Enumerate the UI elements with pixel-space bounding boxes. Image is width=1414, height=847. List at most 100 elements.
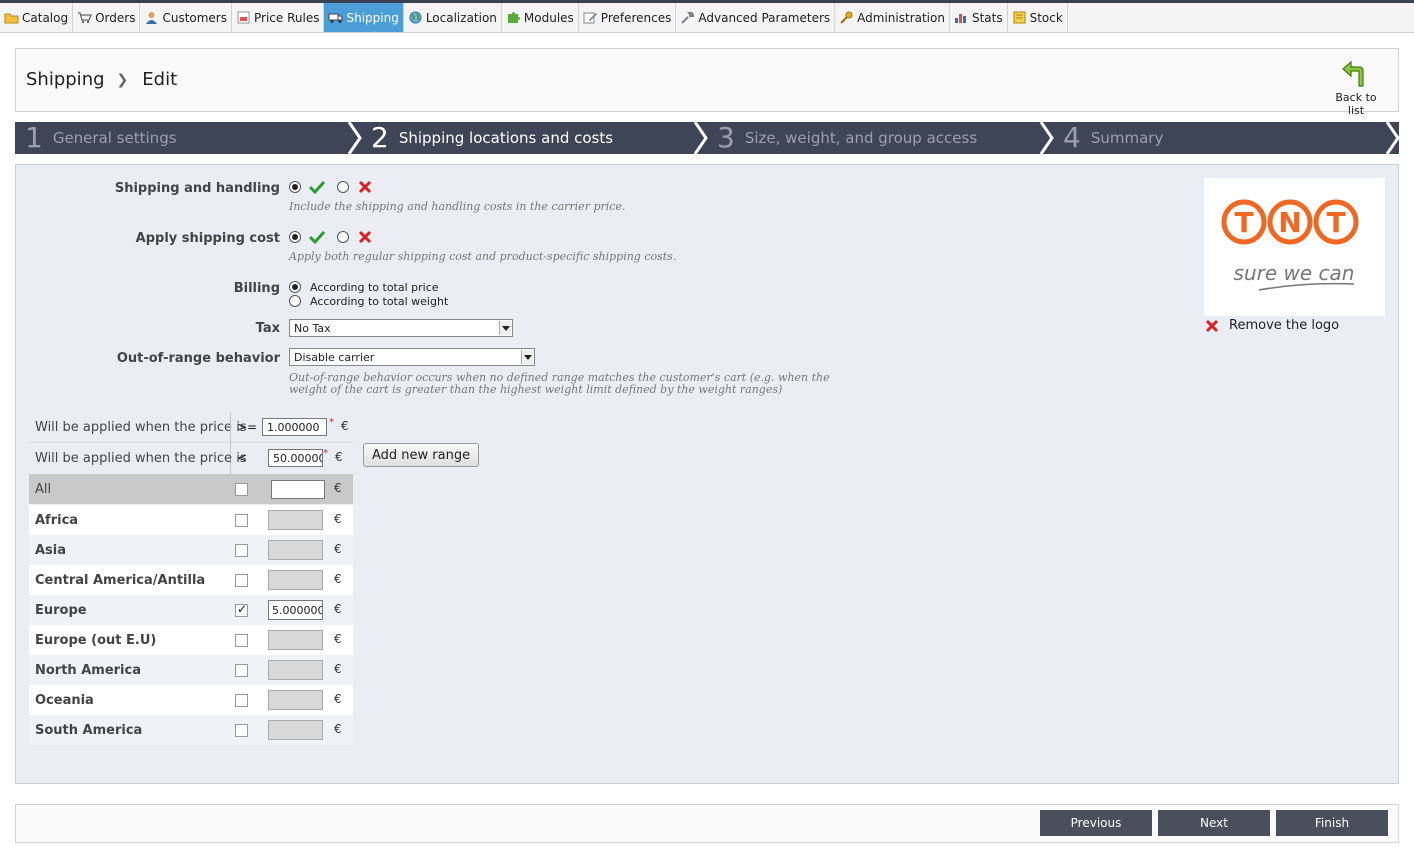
wizard-step-number: 4: [1063, 121, 1081, 154]
person-icon: [144, 11, 159, 24]
apply-shipping-cost-label: Apply shipping cost: [135, 231, 280, 246]
nav-tab-orders[interactable]: Orders: [73, 3, 141, 32]
wizard-step-number: 3: [717, 121, 735, 154]
range-to-input[interactable]: 50.000000: [268, 449, 323, 467]
nav-tab-stock[interactable]: Stock: [1008, 3, 1068, 32]
edit-icon: [583, 11, 598, 24]
out-of-range-help: Out-of-range behavior occurs when no def…: [289, 372, 830, 396]
zone-price-input[interactable]: [268, 570, 323, 590]
currency-symbol: €: [335, 450, 343, 464]
all-zones-checkbox[interactable]: [235, 483, 248, 496]
puzzle-icon: [506, 11, 521, 24]
zone-name: Africa: [35, 513, 79, 528]
zone-row: Africa €: [29, 505, 353, 535]
nav-tab-localization[interactable]: Localization: [404, 3, 502, 32]
tnt-logo-icon: T N T sure we can: [1221, 199, 1359, 291]
zone-price-input[interactable]: [268, 630, 323, 650]
zone-checkbox[interactable]: [235, 602, 248, 617]
zone-checkbox[interactable]: [235, 514, 248, 527]
zone-row: Europe 5.000000 €: [29, 595, 353, 625]
nav-tab-administration[interactable]: Administration: [835, 3, 950, 32]
zone-name: Europe (out E.U): [35, 633, 157, 648]
nav-tab-stats[interactable]: Stats: [950, 3, 1008, 32]
zone-price-input[interactable]: [268, 510, 323, 530]
apply-shipping-cost-yes-radio[interactable]: [289, 231, 301, 243]
wizard-step-2[interactable]: 2 Shipping locations and costs: [361, 122, 708, 154]
back-to-list-button[interactable]: Back to list: [1326, 59, 1386, 117]
range-to-value: 50.000000: [273, 452, 322, 465]
zone-row: Asia €: [29, 535, 353, 565]
shipping-handling-help: Include the shipping and handling costs …: [289, 200, 626, 213]
zone-price-input[interactable]: [268, 540, 323, 560]
range-from-operator: >=: [237, 420, 258, 434]
tax-select[interactable]: No Tax: [289, 319, 513, 337]
add-new-range-button[interactable]: Add new range: [363, 443, 480, 467]
wizard-step-1[interactable]: 1 General settings: [15, 122, 362, 154]
wizard-step-4[interactable]: 4 Summary: [1053, 121, 1400, 154]
zone-checkbox[interactable]: [235, 634, 248, 647]
shipping-handling-no-radio[interactable]: [337, 181, 349, 193]
footer-bar: Previous Next Finish: [15, 804, 1399, 843]
zone-name: Europe: [35, 603, 87, 618]
zone-price-input[interactable]: [268, 660, 323, 680]
logo-letter-t1: T: [1234, 206, 1253, 239]
nav-tab-price-rules[interactable]: Price Rules: [232, 3, 325, 32]
zone-name: Central America/Antilla: [35, 573, 206, 588]
breadcrumb-current: Edit: [142, 69, 178, 90]
zone-row: North America €: [29, 655, 353, 685]
currency-symbol: €: [334, 692, 342, 706]
billing-price-radio[interactable]: [289, 281, 301, 293]
billing-weight-label: According to total weight: [310, 294, 449, 308]
tax-select-value: No Tax: [294, 322, 331, 335]
zone-row: Europe (out E.U) €: [29, 625, 353, 655]
nav-tab-label: Customers: [162, 10, 227, 25]
zone-checkbox[interactable]: [235, 544, 248, 557]
next-button[interactable]: Next: [1158, 810, 1270, 836]
nav-tab-customers[interactable]: Customers: [140, 3, 232, 32]
billing-label: Billing: [233, 281, 280, 296]
remove-logo-label: Remove the logo: [1229, 318, 1340, 333]
all-zones-input[interactable]: [271, 480, 325, 499]
nav-tab-shipping[interactable]: Shipping: [324, 3, 404, 32]
billing-weight-radio[interactable]: [289, 295, 301, 307]
currency-symbol: €: [334, 481, 342, 495]
currency-symbol: €: [334, 722, 342, 736]
remove-logo-button[interactable]: Remove the logo: [1205, 318, 1339, 333]
nav-tab-label: Modules: [523, 10, 574, 25]
breadcrumb-section[interactable]: Shipping: [26, 69, 105, 90]
zone-checkbox[interactable]: [235, 694, 248, 707]
billing-price-label: According to total price: [310, 280, 439, 294]
zone-row: South America €: [29, 715, 353, 745]
check-icon: [309, 230, 325, 244]
range-from-input[interactable]: 1.000000: [262, 418, 327, 436]
zone-price-input[interactable]: [268, 690, 323, 710]
nav-tab-catalog[interactable]: Catalog: [0, 3, 74, 32]
zone-checkbox[interactable]: [235, 574, 248, 587]
shipping-handling-yes-radio[interactable]: [289, 181, 301, 193]
out-of-range-select[interactable]: Disable carrier: [289, 348, 535, 366]
nav-tab-preferences[interactable]: Preferences: [579, 3, 677, 32]
nav-tab-advanced-parameters[interactable]: Advanced Parameters: [676, 3, 836, 32]
zone-row: Oceania €: [29, 685, 353, 715]
range-header: Will be applied when the price is >= 1.0…: [29, 412, 353, 474]
breadcrumb-separator-icon: ❯: [116, 71, 129, 88]
logo-tagline: sure we can: [1234, 261, 1355, 285]
wizard-step-label: Shipping locations and costs: [398, 129, 614, 147]
apply-shipping-cost-help: Apply both regular shipping cost and pro…: [289, 250, 677, 263]
zone-price-input[interactable]: [268, 720, 323, 740]
finish-button[interactable]: Finish: [1276, 810, 1388, 836]
top-nav: Catalog Orders Customers Price Rules Shippin…: [0, 0, 1414, 33]
zone-checkbox[interactable]: [235, 724, 248, 737]
zone-price-input[interactable]: 5.000000: [268, 600, 323, 620]
logo-letter-n: N: [1278, 206, 1301, 239]
logo-letter-t2: T: [1326, 206, 1345, 239]
nav-tab-modules[interactable]: Modules: [502, 3, 579, 32]
zone-checkbox[interactable]: [235, 664, 248, 677]
previous-button[interactable]: Previous: [1040, 810, 1152, 836]
currency-symbol: €: [334, 572, 342, 586]
currency-symbol: €: [334, 662, 342, 676]
all-zones-label: All: [35, 482, 52, 497]
apply-shipping-cost-no-radio[interactable]: [337, 231, 349, 243]
wizard-step-label: Size, weight, and group access: [744, 129, 978, 147]
wizard-step-3[interactable]: 3 Size, weight, and group access: [707, 121, 1054, 154]
